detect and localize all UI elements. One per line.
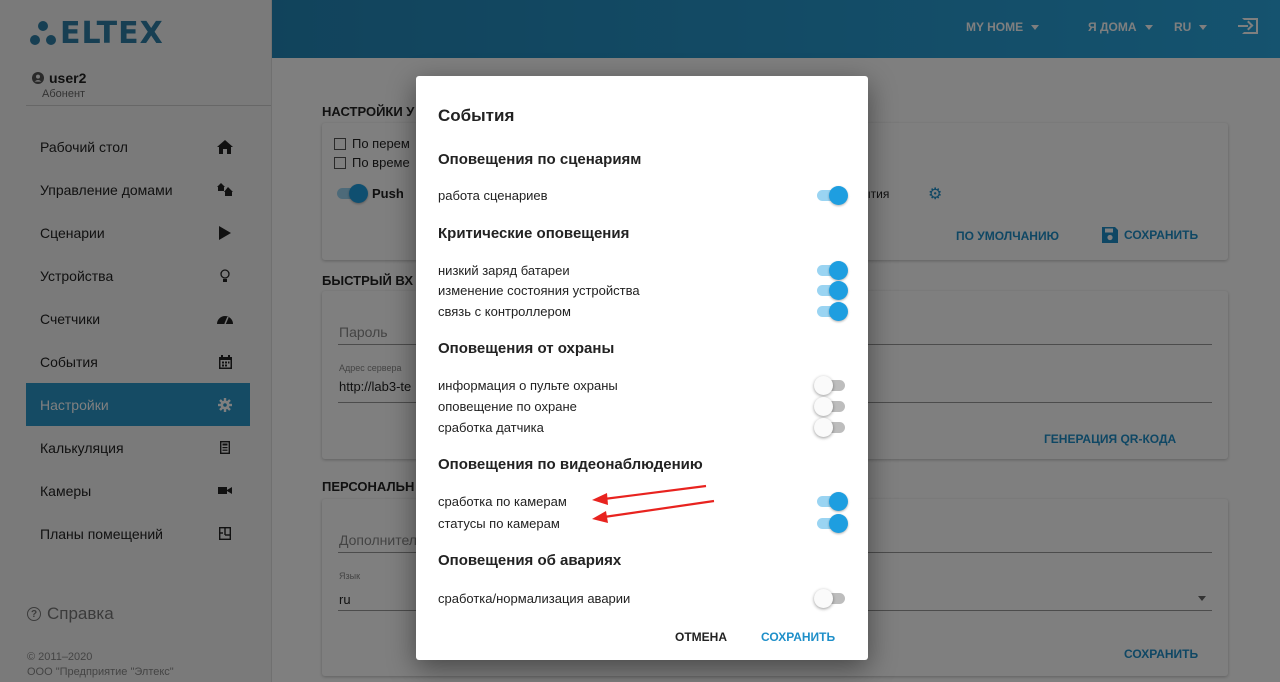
- option-label: изменение состояния устройства: [438, 282, 640, 298]
- option-label: низкий заряд батареи: [438, 262, 570, 278]
- toggle-switch[interactable]: [814, 417, 848, 437]
- option-sensor-trigger[interactable]: сработка датчика: [438, 417, 846, 437]
- option-label: информация о пульте охраны: [438, 377, 618, 393]
- option-accident-trigger[interactable]: сработка/нормализация аварии: [438, 588, 846, 608]
- option-security-alert[interactable]: оповещение по охране: [438, 396, 846, 416]
- option-controller-connection[interactable]: связь с контроллером: [438, 301, 848, 321]
- group-title-security: Оповещения от охраны: [438, 340, 615, 357]
- option-camera-status[interactable]: статусы по камерам: [438, 513, 848, 533]
- group-title-critical: Критические оповещения: [438, 225, 630, 242]
- save-dialog-button[interactable]: СОХРАНИТЬ: [761, 630, 835, 644]
- toggle-switch[interactable]: [814, 260, 848, 280]
- group-title-scenarios: Оповещения по сценариям: [438, 151, 642, 168]
- group-title-accidents: Оповещения об авариях: [438, 552, 622, 569]
- option-label: сработка по камерам: [438, 493, 567, 509]
- toggle-switch[interactable]: [814, 396, 848, 416]
- option-low-battery[interactable]: низкий заряд батареи: [438, 260, 848, 280]
- option-security-panel-info[interactable]: информация о пульте охраны: [438, 375, 846, 395]
- toggle-switch[interactable]: [814, 375, 848, 395]
- events-dialog: События Оповещения по сценариям работа с…: [416, 76, 868, 660]
- option-label: связь с контроллером: [438, 303, 571, 319]
- option-camera-trigger[interactable]: сработка по камерам: [438, 491, 848, 511]
- cancel-button[interactable]: ОТМЕНА: [675, 630, 727, 644]
- option-label: оповещение по охране: [438, 398, 577, 414]
- option-label: работа сценариев: [438, 187, 548, 203]
- option-label: сработка/нормализация аварии: [438, 590, 631, 606]
- toggle-switch[interactable]: [814, 280, 848, 300]
- group-title-video: Оповещения по видеонаблюдению: [438, 456, 703, 473]
- toggle-switch[interactable]: [814, 588, 848, 608]
- toggle-switch[interactable]: [814, 513, 848, 533]
- option-scenario-work[interactable]: работа сценариев: [438, 185, 848, 205]
- toggle-switch[interactable]: [814, 491, 848, 511]
- option-label: сработка датчика: [438, 419, 544, 435]
- dialog-title: События: [438, 106, 515, 125]
- toggle-switch[interactable]: [814, 185, 848, 205]
- toggle-switch[interactable]: [814, 301, 848, 321]
- option-label: статусы по камерам: [438, 515, 560, 531]
- option-device-state-change[interactable]: изменение состояния устройства: [438, 280, 848, 300]
